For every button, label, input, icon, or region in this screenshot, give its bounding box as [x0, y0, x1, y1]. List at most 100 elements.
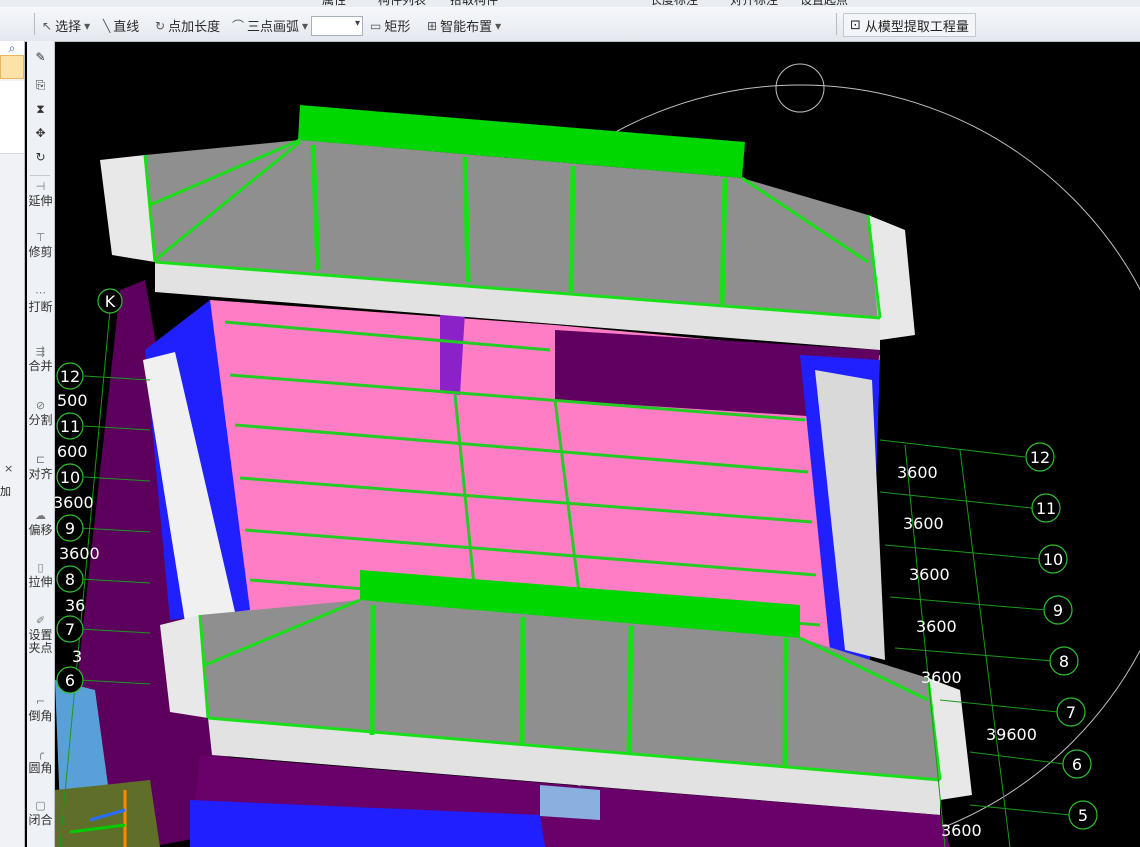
selected-list-item[interactable]: [0, 55, 24, 79]
move-icon[interactable]: ✥: [27, 127, 54, 140]
extend-tool[interactable]: ⊣ 延伸: [27, 180, 54, 208]
split-label: 分割: [28, 413, 53, 427]
chamfer-tool[interactable]: ⌐ 倒角: [27, 695, 54, 723]
break-tool[interactable]: ⋯ 打断: [27, 286, 54, 314]
line-button[interactable]: ╲ 直线: [103, 16, 140, 36]
mirror-icon[interactable]: ⧗: [27, 103, 54, 116]
orbit-handle-top[interactable]: [775, 63, 825, 113]
list-item[interactable]: [0, 117, 24, 136]
set-grip-label: 设置夹点: [28, 628, 53, 655]
pencil-icon[interactable]: ✎: [27, 51, 54, 64]
line-icon: ╲: [103, 18, 111, 33]
extract-quantity-button[interactable]: ⊡ 从模型提取工程量: [843, 13, 976, 37]
three-point-arc-button[interactable]: ⌒ 三点画弧 ▾: [232, 16, 309, 36]
grip-icon: ✐: [35, 614, 46, 627]
arc-icon: ⌒: [232, 19, 245, 33]
split-icon: ⊘: [35, 399, 46, 412]
cursor-icon: ↖: [42, 18, 53, 33]
axis-right-8-label: 8: [1059, 652, 1069, 671]
viewport-3d[interactable]: K 12 11 10 9 8 7 6 5 12 11 10 9 8 7 6 3600 3600 3600 3600 36…: [55, 41, 1140, 847]
rectangle-icon: ▭: [370, 18, 382, 33]
rectangle-button[interactable]: ▭ 矩形: [370, 16, 411, 36]
axis-right-9-label: 9: [1053, 601, 1063, 620]
trim-tool[interactable]: ⊤ 修剪: [27, 231, 54, 259]
stretch-label: 拉伸: [28, 575, 53, 589]
close-shape-icon: ▢: [35, 799, 46, 812]
merge-label: 合并: [28, 359, 53, 373]
list-item[interactable]: [0, 81, 24, 100]
offset-tool[interactable]: ☁ 偏移: [27, 509, 54, 537]
trim-icon: ⊤: [35, 231, 46, 244]
dimension-left-1: 600: [57, 442, 88, 461]
split-tool[interactable]: ⊘ 分割: [27, 399, 54, 427]
merge-tool[interactable]: ⇶ 合并: [27, 345, 54, 373]
lower-window: [540, 785, 600, 820]
fillet-tool[interactable]: ╭ 圆角: [27, 747, 54, 775]
left-panel: ⌕ × 加: [0, 41, 25, 847]
dimension-left-2: 3600: [55, 493, 94, 512]
chevron-down-icon: ▾: [354, 18, 360, 29]
dimension-right-bottom: 3600: [941, 821, 982, 840]
set-grip-tool[interactable]: ✐ 设置夹点: [27, 614, 54, 655]
stretch-icon: ▯: [37, 561, 44, 574]
dimension-right-3: 3600: [916, 617, 957, 636]
axis-right-7-label: 7: [1066, 703, 1076, 722]
line-label: 直线: [113, 20, 140, 35]
axis-right-12-label: 12: [1030, 448, 1050, 467]
align-tool[interactable]: ⊏ 对齐: [27, 453, 54, 481]
dimension-left-5: 3: [72, 647, 82, 666]
point-length-icon: ↻: [155, 18, 166, 33]
close-tool-label: 闭合: [28, 813, 53, 827]
rotate-icon[interactable]: ↻: [27, 151, 54, 164]
chamfer-icon: ⌐: [35, 695, 46, 708]
select-button[interactable]: ↖ 选择 ▾: [42, 16, 90, 36]
copy-icon[interactable]: ⎘: [27, 79, 54, 92]
smart-layout-button[interactable]: ⊞ 智能布置 ▾: [427, 16, 501, 36]
stretch-tool[interactable]: ▯ 拉伸: [27, 561, 54, 589]
axis-left-12-label: 12: [60, 367, 80, 386]
rectangle-label: 矩形: [384, 20, 411, 35]
list-item[interactable]: [0, 99, 24, 118]
axis-left-9-label: 9: [65, 519, 75, 538]
dimension-right-2: 3600: [909, 565, 950, 584]
dimension-left-3: 3600: [59, 544, 100, 563]
draw-toolbar: ↖ 选择 ▾ ╲ 直线 ↻ 点加长度 ⌒ 三点画弧 ▾ ▾ ▭ 矩形 ⊞ 智能布…: [0, 7, 1140, 42]
dimension-left-4: 36: [65, 596, 85, 615]
dimension-left-0: 500: [57, 391, 88, 410]
merge-icon: ⇶: [35, 345, 46, 358]
extract-label: 从模型提取工程量: [864, 19, 969, 35]
axis-left-11-label: 11: [60, 417, 80, 436]
axis-left-6-label: 6: [65, 671, 75, 690]
trim-label: 修剪: [28, 245, 53, 259]
list-item[interactable]: [0, 135, 24, 154]
axis-right-10-label: 10: [1043, 550, 1063, 569]
point-length-label: 点加长度: [168, 20, 221, 35]
axis-right-11-label: 11: [1036, 499, 1056, 518]
tool-separator: [30, 175, 50, 176]
modify-toolbar: ✎ ⎘ ⧗ ✥ ↻ ⊣ 延伸 ⊤ 修剪 ⋯ 打断 ⇶ 合并 ⊘ 分割 ⊏ 对齐 ☁ 偏移 ▯ 拉…: [27, 41, 55, 847]
chamfer-label: 倒角: [28, 709, 53, 723]
dimension-right-0: 3600: [897, 463, 938, 482]
smart-layout-icon: ⊞: [427, 18, 438, 33]
align-icon: ⊏: [35, 453, 46, 466]
close-icon[interactable]: ×: [4, 462, 13, 475]
point-length-button[interactable]: ↻ 点加长度: [155, 16, 221, 36]
close-tool[interactable]: ▢ 闭合: [27, 799, 54, 827]
chevron-down-icon: ▾: [302, 18, 309, 33]
toolbar-separator: [836, 13, 837, 35]
select-label: 选择: [55, 20, 82, 35]
axis-right-5-label: 5: [1078, 806, 1088, 825]
axis-corner-label: K: [105, 292, 116, 311]
fillet-icon: ╭: [37, 747, 44, 760]
dimension-right-4: 3600: [921, 668, 962, 687]
arc-option-dropdown[interactable]: ▾: [311, 16, 363, 36]
smart-layout-label: 智能布置: [440, 20, 493, 35]
offset-label: 偏移: [28, 523, 53, 537]
toolbar-separator: [34, 13, 35, 35]
offset-icon: ☁: [35, 509, 46, 522]
axis-left-10-label: 10: [60, 468, 80, 487]
axis-left-7-label: 7: [65, 620, 75, 639]
axis-left-8-label: 8: [65, 570, 75, 589]
arc-label: 三点画弧: [247, 20, 300, 35]
dimension-right-1: 3600: [903, 514, 944, 533]
